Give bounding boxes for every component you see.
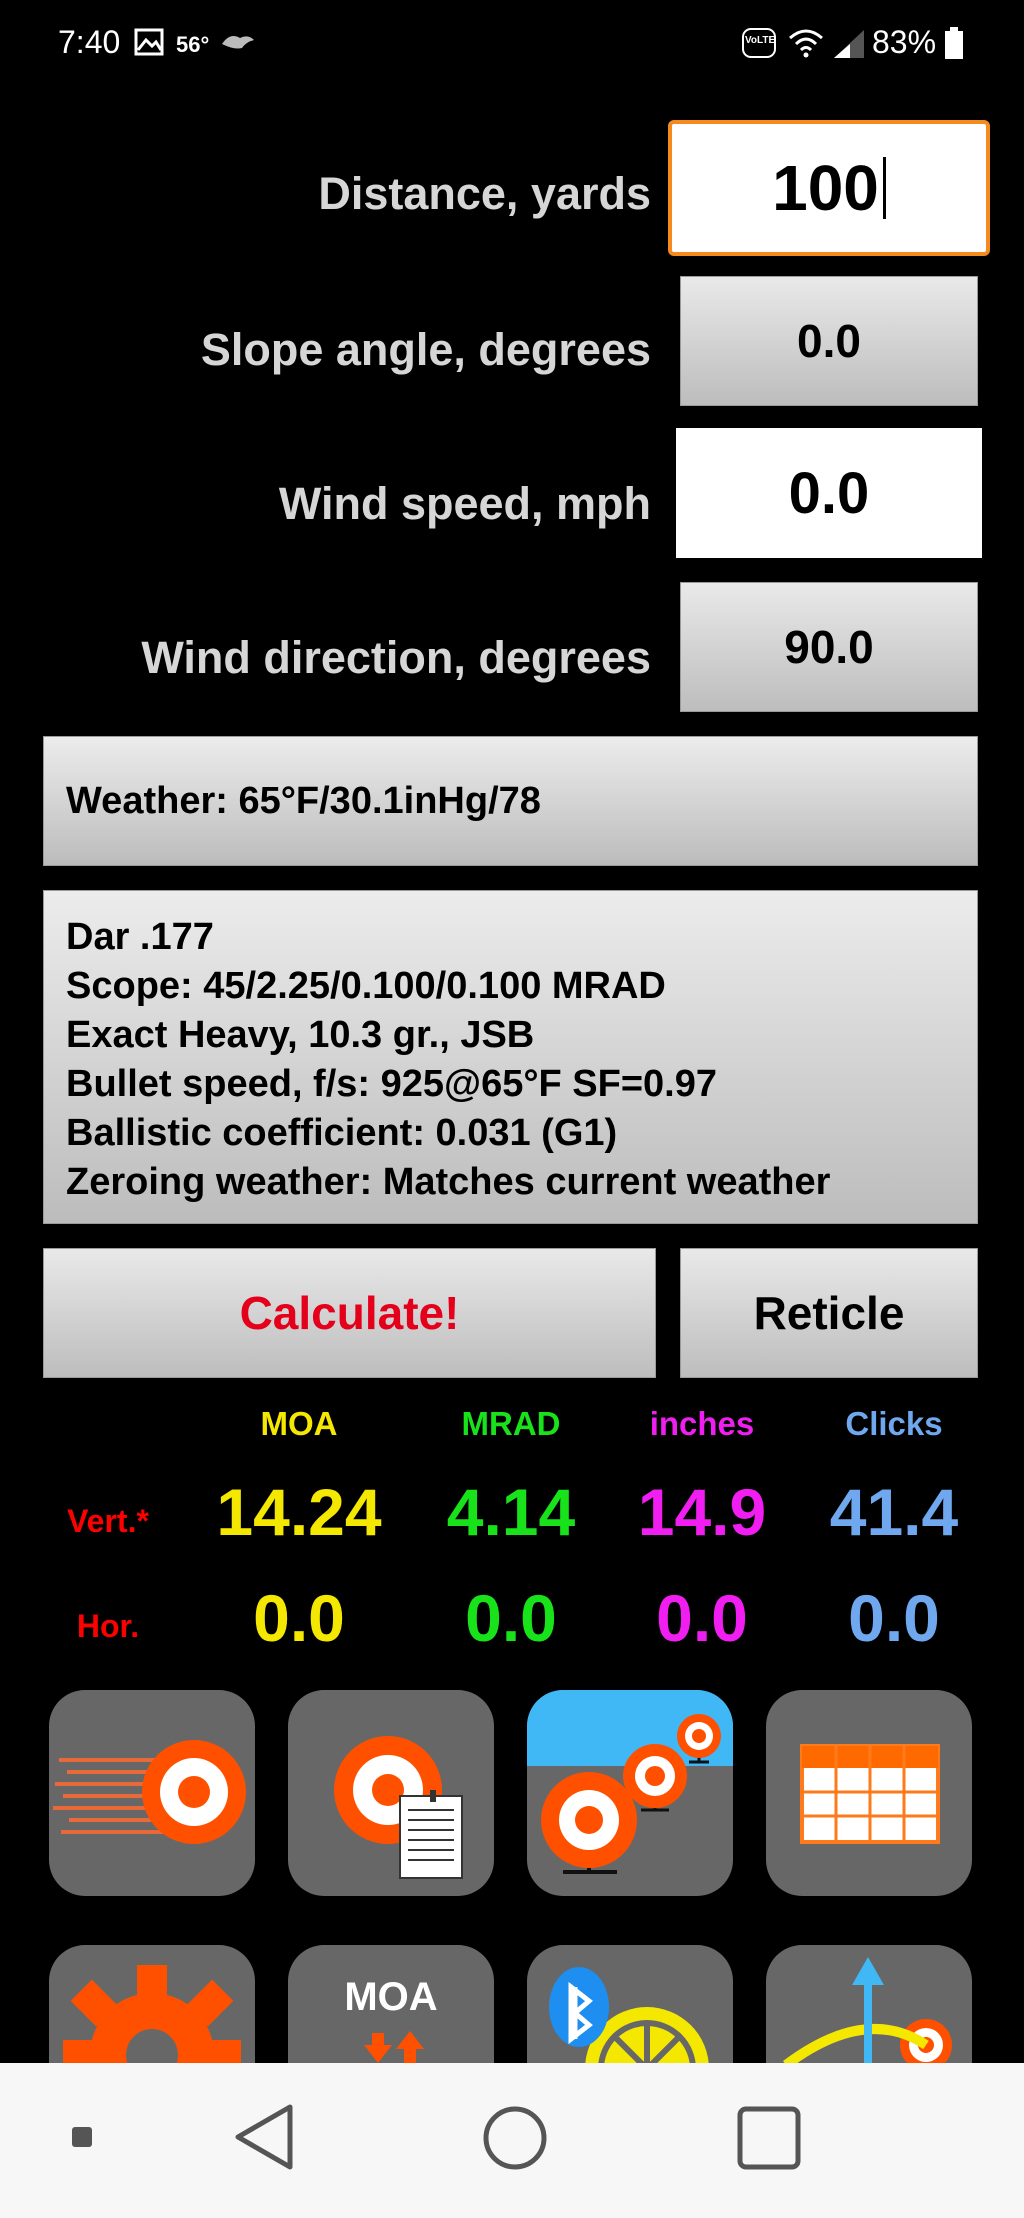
header-moa: MOA: [260, 1405, 338, 1442]
header-inches: inches: [649, 1405, 755, 1442]
target-document-tile[interactable]: [288, 1690, 494, 1896]
distance-input[interactable]: 100: [668, 120, 990, 256]
speed-target-tile[interactable]: [49, 1690, 255, 1896]
hor-mrad-value: 0.0: [465, 1581, 557, 1655]
status-time: 7:40: [58, 24, 121, 60]
status-bar: 7:40 56° VoLTE 83%: [0, 0, 1024, 86]
ravens-logo-icon: [222, 36, 254, 49]
multi-range-tile[interactable]: [527, 1690, 733, 1896]
profile-line: Scope: 45/2.25/0.100/0.100 MRAD: [66, 965, 666, 1007]
slope-label: Slope angle, degrees: [200, 324, 651, 375]
back-icon[interactable]: [232, 2103, 296, 2171]
hor-clicks-value: 0.0: [848, 1581, 940, 1655]
vert-mrad-value: 4.14: [446, 1475, 576, 1549]
distance-label: Distance, yards: [318, 168, 651, 219]
wind-speed-input[interactable]: 0.0: [676, 428, 982, 558]
hor-moa-value: 0.0: [253, 1581, 345, 1655]
multi-range-targets-icon: [527, 1690, 733, 1874]
battery-text: 83%: [872, 24, 937, 60]
slope-button[interactable]: 0.0: [680, 276, 978, 406]
speed-target-icon: [53, 1740, 246, 1844]
target-document-icon: [334, 1736, 463, 1879]
profile-panel[interactable]: Dar .177 Scope: 45/2.25/0.100/0.100 MRAD…: [43, 890, 978, 1224]
wind-speed-label: Wind speed, mph: [278, 478, 651, 529]
wifi-icon: [789, 29, 823, 58]
signal-icon: [834, 30, 864, 58]
weather-button[interactable]: Weather: 65°F/30.1inHg/78: [43, 736, 978, 866]
wind-direction-button[interactable]: 90.0: [680, 582, 978, 712]
horizontal-row-label: Hor.: [76, 1608, 140, 1644]
vert-moa-value: 14.24: [216, 1475, 382, 1549]
weather-text: Weather: 65°F/30.1inHg/78: [66, 779, 541, 822]
gallery-icon: [134, 28, 164, 56]
vert-clicks-value: 41.4: [829, 1475, 959, 1549]
table-tile[interactable]: [766, 1690, 972, 1896]
profile-line: Zeroing weather: Matches current weather: [66, 1161, 831, 1203]
vert-inches-value: 14.9: [637, 1475, 767, 1549]
status-temp: 56°: [176, 32, 210, 57]
header-mrad: MRAD: [461, 1405, 561, 1442]
profile-line: Exact Heavy, 10.3 gr., JSB: [66, 1014, 535, 1056]
profile-line: Dar .177: [66, 916, 214, 958]
text-caret: [882, 157, 886, 219]
profile-line: Bullet speed, f/s: 925@65°F SF=0.97: [66, 1063, 718, 1105]
reticle-button[interactable]: Reticle: [680, 1248, 978, 1378]
home-icon[interactable]: [482, 2105, 548, 2171]
battery-icon: [945, 27, 963, 59]
table-icon: [800, 1744, 940, 1844]
volte-icon: VoLTE: [742, 28, 776, 58]
header-clicks: Clicks: [845, 1405, 943, 1442]
distance-value: 100: [772, 152, 879, 224]
calculate-button[interactable]: Calculate!: [43, 1248, 656, 1378]
vertical-row-label: Vert.*: [67, 1503, 149, 1539]
hor-inches-value: 0.0: [656, 1581, 748, 1655]
wind-direction-label: Wind direction, degrees: [141, 632, 651, 683]
profile-line: Ballistic coefficient: 0.031 (G1): [66, 1112, 618, 1154]
navigation-bar: [0, 2063, 1024, 2218]
overview-icon[interactable]: [736, 2105, 802, 2171]
recent-apps-dot-icon[interactable]: [72, 2127, 92, 2147]
